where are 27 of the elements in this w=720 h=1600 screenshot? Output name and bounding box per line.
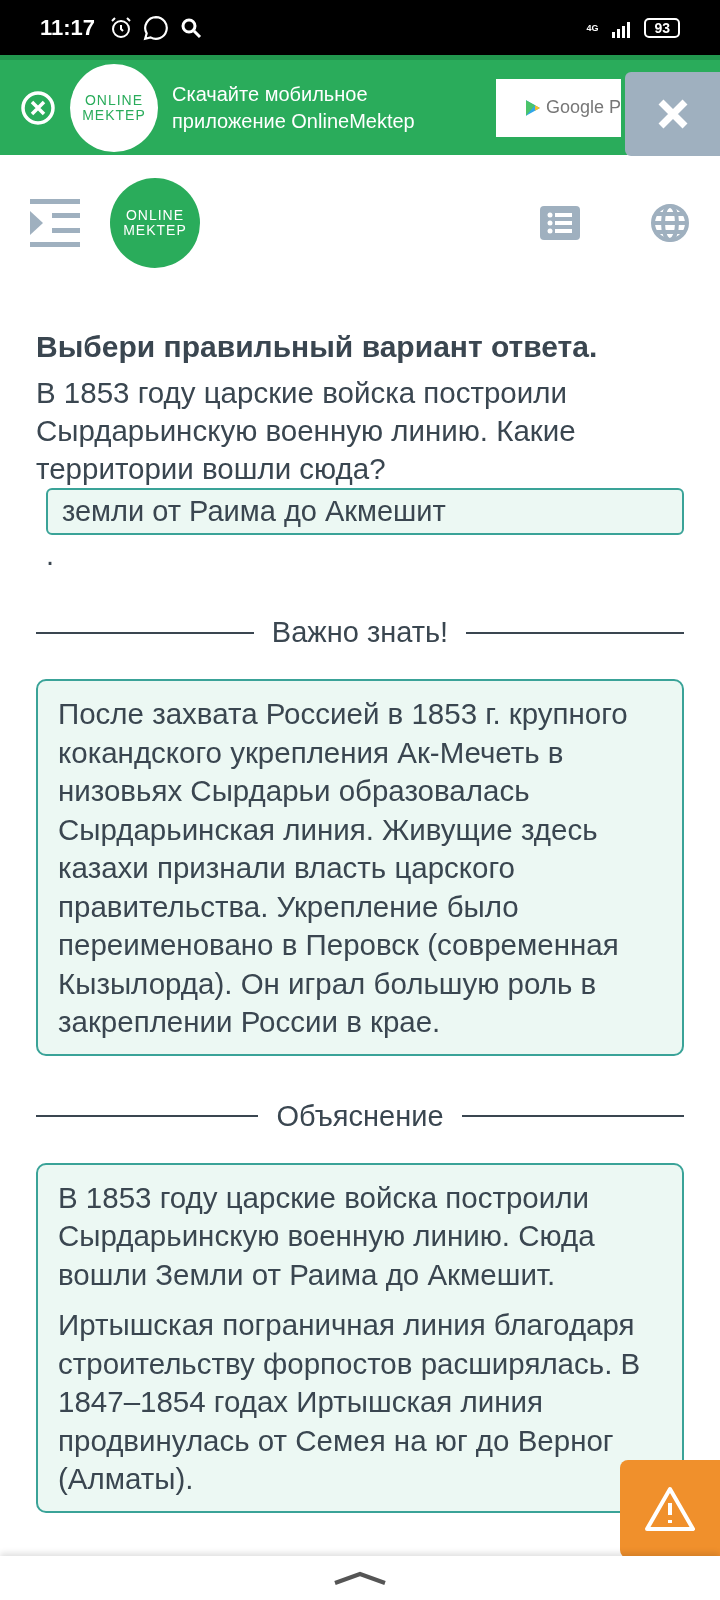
question: В 1853 году царские войска построили Сырдарьинскую военную линию. Какие территории вошли сюда? <box>36 375 577 487</box>
warning-icon <box>643 1485 697 1533</box>
close-button[interactable] <box>625 72 720 156</box>
network-type: 4G <box>586 22 599 33</box>
battery-level: 93 <box>644 17 680 38</box>
menu-icon[interactable] <box>30 198 80 247</box>
paragraph: Иртышская пограничная линия благодаря строительству форпостов расширялась. В 1847–1854 годах Иртышская линия продвинулась от Семея на юг до Верног (Алматы). <box>58 1307 642 1497</box>
answer-field[interactable]: земли от Раима до Акмешит <box>46 488 684 535</box>
trailing-dot: . <box>46 539 56 572</box>
paragraph: После захвата Россией в 1853 г. крупного кокандского укрепления Ак-Мечеть в низовьях Сырдарьи образовалась Сырдарьинская линия. Живущие здесь казахи признали власть царского правительства. Укрепление было переименовано в Перовск (современная Кызылорда). Он играл большую роль в закреплении России в крае. <box>58 696 629 1040</box>
section-title: Объяснение <box>276 1099 444 1133</box>
close-icon <box>656 98 689 130</box>
paragraph: В 1853 году царские войска построили Сырдарьинскую военную линию. Сюда вошли Земли от Раима до Акмешит. <box>58 1179 596 1293</box>
instruction: Выбери правильный вариант ответа. <box>36 330 599 364</box>
logo: ONLINE MEKTEP <box>110 177 200 268</box>
clock: 11:17 <box>40 14 96 41</box>
badge-text: Google P <box>545 97 621 118</box>
globe-icon[interactable] <box>650 202 690 243</box>
section-title: Важно знать! <box>271 616 449 649</box>
logo: ONLINE MEKTEP <box>70 63 158 152</box>
banner-text: Скачайте мобильное приложение OnlineMektep <box>172 81 416 134</box>
list-icon[interactable] <box>540 205 580 240</box>
chat-icon <box>143 14 170 41</box>
chevron-up-icon[interactable] <box>333 1571 387 1585</box>
store-badge[interactable]: Google P <box>496 78 621 137</box>
report-button[interactable] <box>620 1460 720 1558</box>
close-icon[interactable] <box>20 89 56 126</box>
